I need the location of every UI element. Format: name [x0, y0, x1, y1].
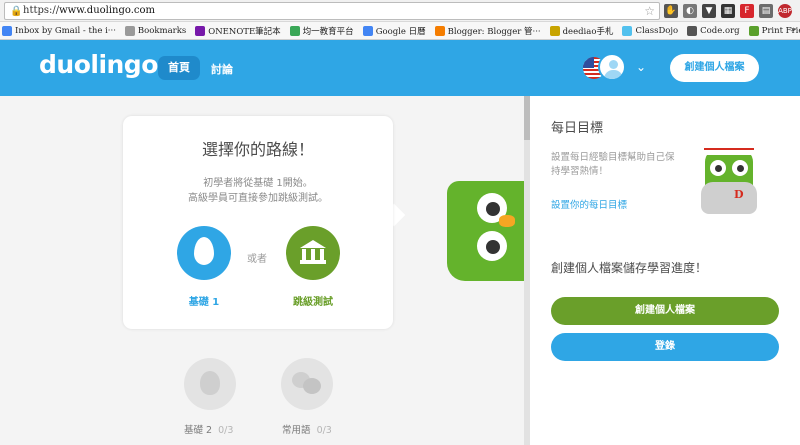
bookmarks-more-button[interactable]: » — [790, 25, 796, 35]
or-separator: 或者 — [247, 254, 267, 265]
locked-skill-basic-2 — [184, 358, 236, 410]
lock-icon: 🔒 — [10, 6, 23, 17]
bookmark-favicon-icon — [289, 25, 300, 36]
building-icon — [300, 240, 326, 264]
right-sidebar: 每日目標 設置每日經驗目標幫助自己保持學習熱情！ 設置你的每日目標 D 創建個人… — [530, 96, 800, 445]
url-host: www.duolingo.com — [59, 5, 156, 16]
bookmark-star-icon[interactable]: ☆ — [644, 4, 655, 18]
address-bar[interactable]: 🔒 https://www.duolingo.com ☆ — [4, 2, 660, 20]
set-daily-goal-link[interactable]: 設置你的每日目標 — [551, 197, 627, 211]
save-progress-title: 創建個人檔案儲存學習進度！ — [551, 261, 708, 275]
locked-skill-phrases — [281, 358, 333, 410]
hand-extension-icon[interactable]: ✋ — [664, 4, 678, 18]
coach-owl-icon: D — [698, 140, 760, 216]
bookmark-favicon-icon — [549, 25, 560, 36]
bookmark-item[interactable]: Code.org — [687, 25, 740, 36]
site-header: duolingo 首頁 討論 ⌄ 創建個人檔案 — [0, 40, 800, 96]
create-profile-header-button[interactable]: 創建個人檔案 — [670, 54, 759, 82]
nav-discussion-tab[interactable]: 討論 — [211, 61, 233, 77]
browser-toolbar: 🔒 https://www.duolingo.com ☆ ✋ ◐ ▼ ▦ F ▤… — [0, 0, 800, 22]
adblock-extension-icon[interactable]: ABP — [778, 4, 792, 18]
locked-skill-label: 常用語 0/3 — [282, 425, 332, 436]
bookmark-item[interactable]: ClassDojo — [622, 25, 678, 36]
locked-skill-label: 基礎 2 0/3 — [184, 425, 234, 436]
bookmark-favicon-icon — [2, 25, 12, 36]
print-extension-icon[interactable]: ▤ — [759, 4, 773, 18]
egg-icon — [194, 237, 214, 265]
login-button[interactable]: 登錄 — [551, 333, 779, 361]
qr-extension-icon[interactable]: ▦ — [721, 4, 735, 18]
create-profile-button[interactable]: 創建個人檔案 — [551, 297, 779, 325]
duolingo-logo[interactable]: duolingo — [39, 50, 158, 79]
path-choice-card: 選擇你的路線！ 初學者將從基礎 1開始。 高級學員可直接參加跳級測試。 或者 基… — [123, 116, 393, 329]
avatar[interactable] — [598, 53, 626, 81]
daily-goal-description: 設置每日經驗目標幫助自己保持學習熱情！ — [551, 152, 675, 177]
nav-home-tab[interactable]: 首頁 — [158, 56, 200, 80]
bookmark-item[interactable]: ONENOTE筆記本 — [195, 25, 281, 37]
bookmark-favicon-icon — [687, 25, 698, 36]
chick-icon — [200, 371, 220, 395]
flipboard-extension-icon[interactable]: F — [740, 4, 754, 18]
bookmark-item[interactable]: Bookmarks — [124, 25, 186, 36]
pocket-extension-icon[interactable]: ▼ — [702, 4, 716, 18]
basic-1-label[interactable]: 基礎 1 — [177, 293, 231, 308]
extension-icons: ✋ ◐ ▼ ▦ F ▤ ABP ≡ — [664, 3, 800, 19]
course-tree-area: 選擇你的路線！ 初學者將從基礎 1開始。 高級學員可直接參加跳級測試。 或者 基… — [0, 96, 524, 445]
bookmark-item[interactable]: Blogger: Blogger 管··· — [434, 25, 541, 37]
bookmark-star-icon — [124, 25, 135, 36]
blocker-extension-icon[interactable]: ◐ — [683, 4, 697, 18]
bookmarks-bar: Inbox by Gmail - the i··· Bookmarks ONEN… — [0, 22, 800, 40]
bookmark-favicon-icon — [748, 25, 759, 36]
basic-1-skill-button[interactable] — [177, 226, 231, 280]
bookmark-favicon-icon — [362, 25, 373, 36]
url-scheme: https:// — [23, 5, 60, 16]
bookmark-item[interactable]: Inbox by Gmail - the i··· — [2, 25, 116, 36]
placement-test-label[interactable]: 跳級測試 — [276, 293, 350, 308]
placement-test-button[interactable] — [286, 226, 340, 280]
duo-owl-mascot-icon — [447, 181, 524, 281]
url-text[interactable]: https://www.duolingo.com — [23, 5, 155, 16]
bookmark-item[interactable]: deediao手札 — [549, 25, 613, 37]
card-description: 初學者將從基礎 1開始。 高級學員可直接參加跳級測試。 — [188, 178, 328, 204]
bookmark-favicon-icon — [195, 25, 206, 36]
bookmark-favicon-icon — [434, 25, 445, 36]
bookmark-item[interactable]: 均一教育平台 — [289, 25, 354, 37]
bookmark-item[interactable]: Google 日曆 — [362, 25, 426, 37]
chevron-down-icon[interactable]: ⌄ — [636, 60, 646, 74]
bookmark-favicon-icon — [622, 25, 633, 36]
daily-goal-title: 每日目標 — [551, 121, 604, 136]
card-title: 選擇你的路線！ — [201, 140, 314, 159]
